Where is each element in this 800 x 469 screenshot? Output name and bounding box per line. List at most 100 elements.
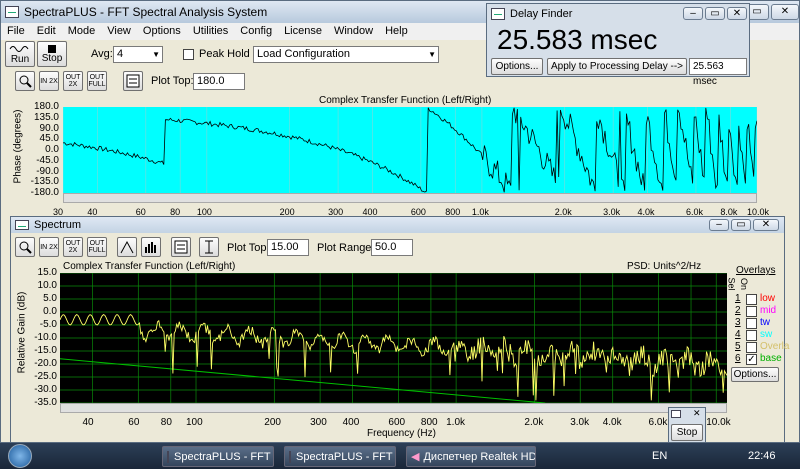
spectrum-y-tick: 15.0 — [37, 267, 57, 278]
phase-y-tick: 135.0 — [33, 111, 59, 123]
run-button[interactable]: Run — [5, 41, 35, 67]
spectrum-x-tick: 300 — [310, 417, 327, 428]
plot-properties-button[interactable] — [123, 71, 143, 91]
menu-mode[interactable]: Mode — [62, 23, 102, 40]
zoom-in-2x-button[interactable]: IN 2X — [39, 71, 59, 91]
delay-finder-minimize-button[interactable]: – — [683, 7, 703, 20]
main-close-button[interactable]: ✕ — [771, 4, 799, 20]
language-indicator[interactable]: EN — [652, 450, 667, 462]
menu-view[interactable]: View — [101, 23, 137, 40]
delay-finder-title: Delay Finder — [510, 8, 573, 20]
spectrum-plot-title: Complex Transfer Function (Left/Right) — [63, 261, 236, 272]
phase-y-tick: 45.0 — [39, 133, 59, 145]
plot-top-input[interactable]: 180.0 — [193, 73, 245, 90]
zoom-out-full-button[interactable]: OUT FULL — [87, 71, 107, 91]
zoom-select-button[interactable] — [15, 71, 35, 91]
spectrum-x-tick: 10.0k — [706, 417, 731, 428]
spectrum-icon — [15, 220, 29, 230]
spec-zoom-out-full-button[interactable]: OUT FULL — [87, 237, 107, 257]
phase-horizontal-scrollbar[interactable] — [63, 193, 757, 203]
menu-window[interactable]: Window — [328, 23, 379, 40]
spectraplus-icon — [289, 450, 291, 463]
overlay-number[interactable]: 2 — [735, 305, 741, 316]
mini-stop-button[interactable]: Stop — [671, 424, 703, 441]
peak-marker-button[interactable] — [117, 237, 137, 257]
start-button[interactable] — [8, 444, 32, 468]
chevron-down-icon: ▼ — [152, 50, 160, 59]
psd-label: PSD: Units^2/Hz — [627, 261, 702, 272]
spec-plot-properties-button[interactable] — [171, 237, 191, 257]
spectrum-titlebar[interactable]: Spectrum — [11, 217, 784, 233]
spectrum-horizontal-scrollbar[interactable] — [60, 403, 727, 413]
spectrum-plot-area[interactable] — [60, 273, 727, 403]
phase-y-tick: 180.0 — [33, 101, 59, 112]
plot-range-label: Plot Range: — [317, 242, 375, 254]
menu-edit[interactable]: Edit — [31, 23, 62, 40]
overlay-mid-label: mid — [760, 305, 777, 316]
mini-window-icon — [671, 410, 681, 418]
menu-file[interactable]: File — [1, 23, 31, 40]
spectrum-close-button[interactable]: ✕ — [753, 219, 779, 231]
plot-settings-icon — [126, 74, 140, 88]
overlay-base-checkbox[interactable]: ✓ — [746, 354, 757, 365]
overlay-options-button[interactable]: Options... — [731, 367, 779, 382]
spec-zoom-in-2x-button[interactable]: IN 2X — [39, 237, 59, 257]
spectrum-maximize-button[interactable]: ▭ — [731, 219, 751, 231]
spectrum-y-tick: 10.0 — [37, 280, 57, 291]
spectrum-y-tick: -20.0 — [34, 358, 57, 369]
menu-utilities[interactable]: Utilities — [187, 23, 234, 40]
peak-hold-checkbox[interactable] — [183, 49, 194, 60]
spec-zoom-out-2x-button[interactable]: OUT 2X — [63, 237, 83, 257]
spec-plot-top-label: Plot Top: — [227, 242, 270, 254]
overlay-number[interactable]: 5 — [735, 341, 741, 352]
menu-license[interactable]: License — [278, 23, 328, 40]
phase-y-tick: -135.0 — [30, 176, 59, 188]
spectrum-y-tick: -15.0 — [34, 345, 57, 356]
avg-select[interactable]: 4 ▼ — [113, 46, 163, 63]
overlay-number[interactable]: 6 — [735, 353, 741, 364]
octave-bands-button[interactable] — [141, 237, 161, 257]
applied-delay-field[interactable]: 25.563 msec — [689, 58, 747, 87]
overlay-number[interactable]: 1 — [735, 293, 741, 304]
phase-y-tick: -180.0 — [30, 187, 59, 198]
overlay-overla-checkbox[interactable] — [746, 342, 757, 353]
taskbar-item-realtek[interactable]: ◀ Диспетчер Realtek HD — [406, 446, 536, 467]
delay-options-button[interactable]: Options... — [491, 58, 543, 75]
overlay-sw-checkbox[interactable] — [746, 330, 757, 341]
delay-finder-maximize-button[interactable]: ▭ — [705, 7, 725, 20]
mini-close-icon[interactable]: ✕ — [693, 408, 701, 419]
spec-zoom-select-button[interactable] — [15, 237, 35, 257]
y-scale-button[interactable] — [199, 237, 219, 257]
stop-button[interactable]: Stop — [37, 41, 67, 67]
main-window-title: SpectraPLUS - FFT Spectral Analysis Syst… — [24, 5, 268, 19]
overlay-low-checkbox[interactable] — [746, 294, 757, 305]
overlay-number[interactable]: 4 — [735, 329, 741, 340]
avg-value: 4 — [117, 48, 124, 60]
config-value: Load Configuration — [257, 48, 350, 60]
taskbar-item-label: SpectraPLUS - FFT S... — [296, 450, 395, 463]
spectrum-x-tick: 800 — [420, 417, 438, 428]
tray-clock[interactable]: 22:46 — [748, 450, 776, 462]
spectrum-y-tick: -25.0 — [34, 371, 57, 382]
overlay-tw-checkbox[interactable] — [746, 318, 757, 329]
zoom-out-2x-button[interactable]: OUT 2X — [63, 71, 83, 91]
plot-range-input[interactable]: 50.0 — [371, 239, 413, 256]
overlay-mid-checkbox[interactable] — [746, 306, 757, 317]
taskbar-item-spectraplus-1[interactable]: SpectraPLUS - FFT S... — [162, 446, 274, 467]
spectrum-minimize-button[interactable]: – — [709, 219, 729, 231]
delay-finder-window: Delay Finder 25.583 msec Options... Appl… — [486, 3, 750, 87]
config-select[interactable]: Load Configuration ▼ — [253, 46, 439, 63]
apply-processing-delay-button[interactable]: Apply to Processing Delay --> — [547, 58, 687, 75]
phase-plot-area[interactable] — [63, 107, 757, 193]
spectrum-y-tick: -35.0 — [34, 397, 57, 408]
menu-options[interactable]: Options — [137, 23, 187, 40]
delay-finder-close-button[interactable]: ✕ — [727, 7, 747, 20]
menu-config[interactable]: Config — [234, 23, 278, 40]
taskbar-item-spectraplus-2[interactable]: SpectraPLUS - FFT S... — [284, 446, 396, 467]
phase-y-tick: -90.0 — [36, 165, 59, 177]
spec-plot-top-input[interactable]: 15.00 — [267, 239, 309, 256]
overlay-number[interactable]: 3 — [735, 317, 741, 328]
menu-help[interactable]: Help — [379, 23, 414, 40]
avg-label: Avg: — [91, 48, 113, 60]
bars-icon — [145, 242, 156, 253]
